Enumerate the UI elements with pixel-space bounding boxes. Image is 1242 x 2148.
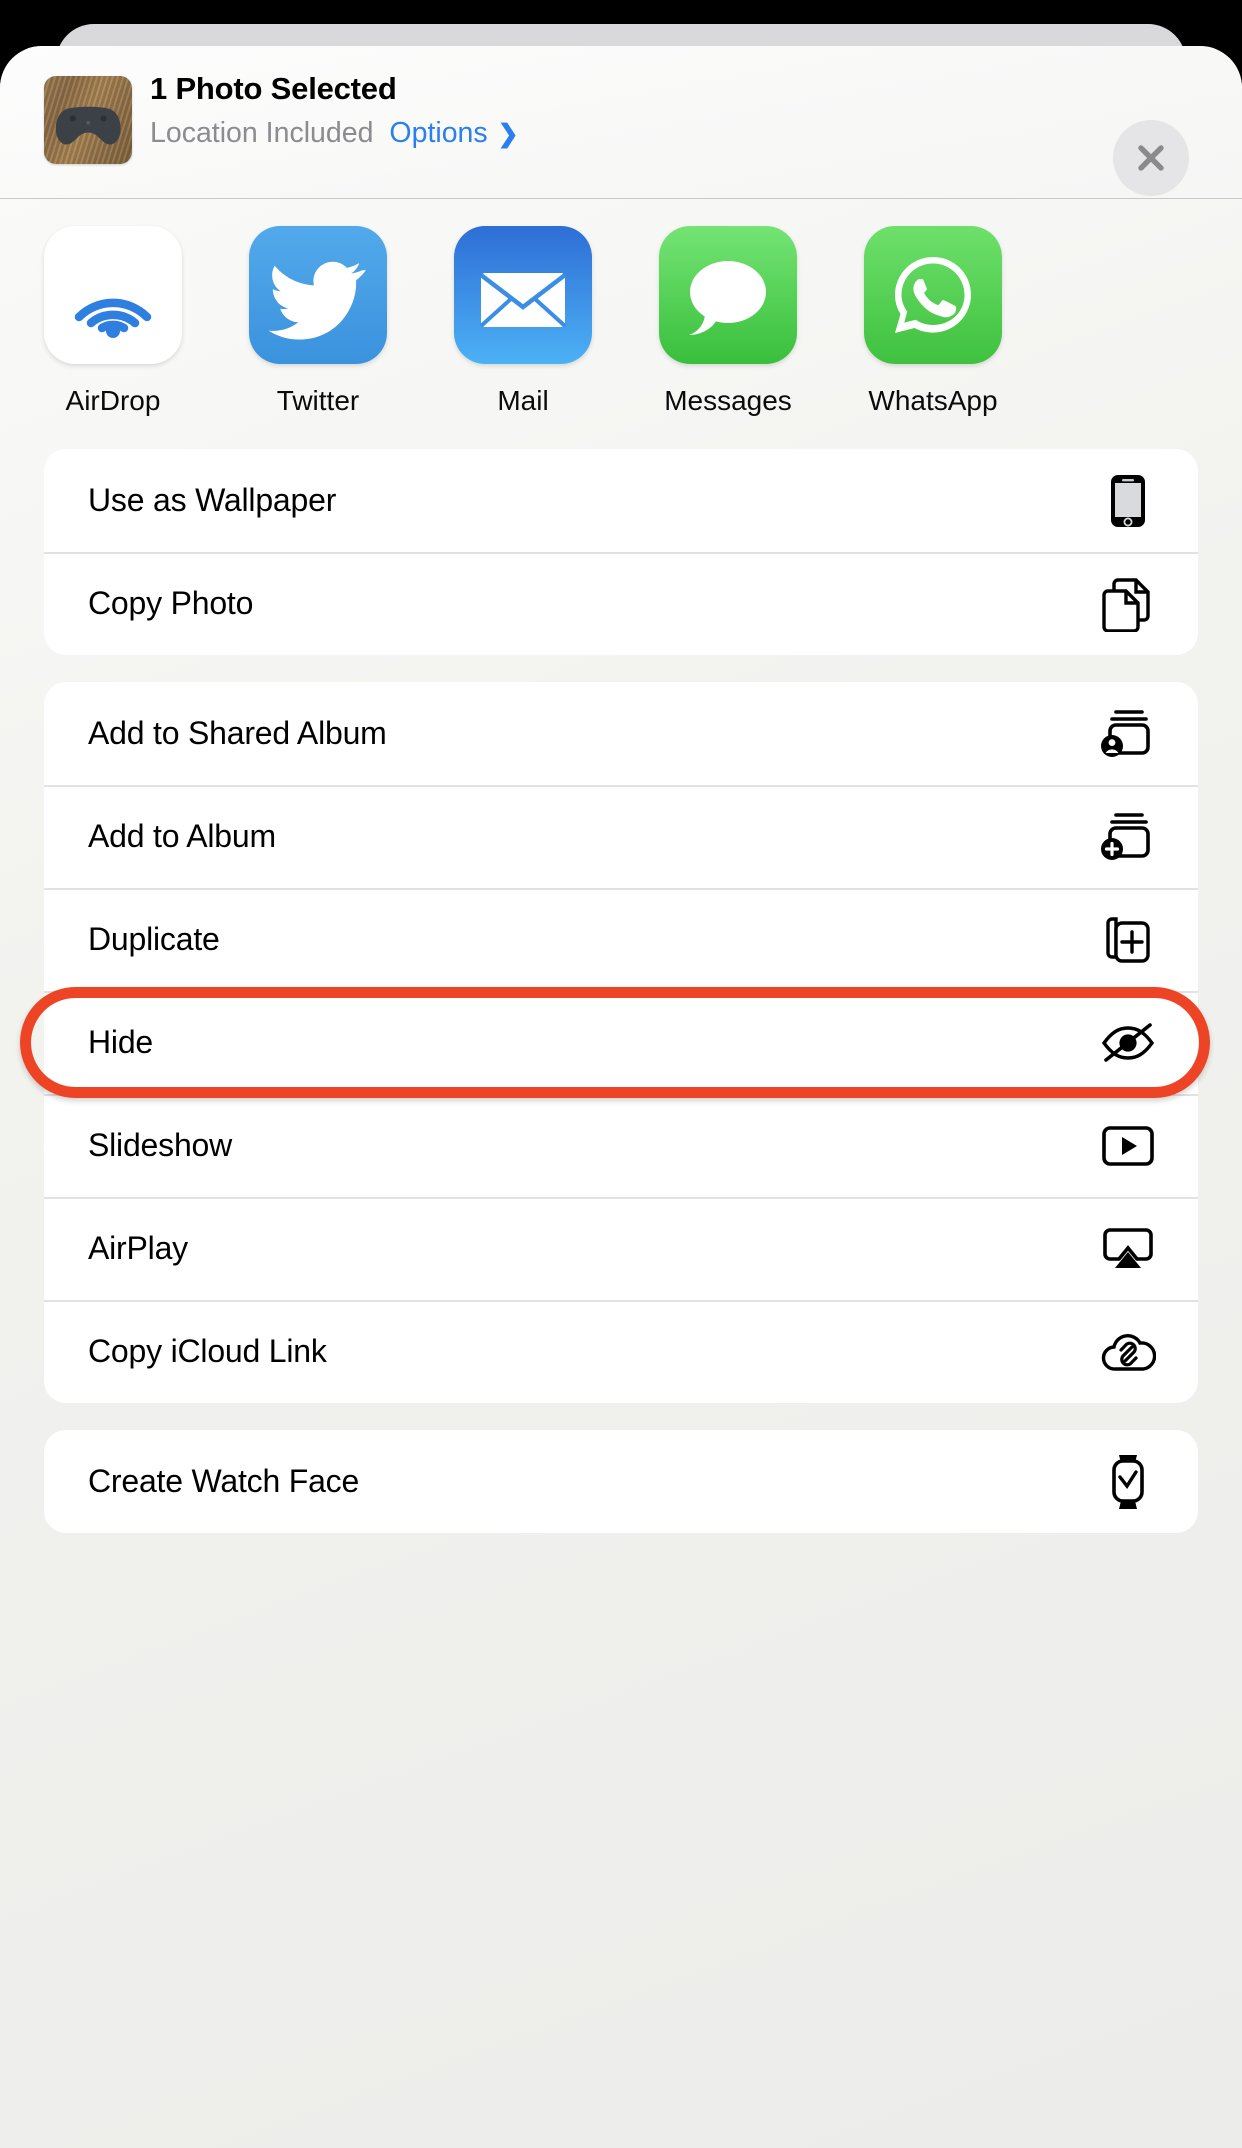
action-row-label: Add to Album (88, 818, 276, 854)
eye-slash-icon (1100, 1015, 1156, 1071)
action-row-copy-icloud-link[interactable]: Copy iCloud Link (44, 1300, 1198, 1403)
location-status: Location Included (150, 116, 374, 149)
photo-thumbnail-game-controller[interactable] (44, 76, 132, 164)
twitter-bird-glyph (268, 261, 366, 340)
share-sheet-header: 1 Photo Selected Location Included Option… (0, 46, 1242, 199)
envelope-glyph (479, 273, 567, 328)
whatsapp-icon (864, 226, 1002, 364)
cloud-link-icon (1100, 1324, 1156, 1380)
action-row-label: Duplicate (88, 921, 220, 957)
action-row-label: AirPlay (88, 1230, 188, 1266)
chevron-right-icon[interactable]: ❯ (498, 120, 519, 148)
share-target-twitter[interactable]: Twitter (231, 226, 405, 417)
action-row-label: Slideshow (88, 1127, 233, 1163)
iphone-share-sheet-screen: 1 Photo Selected Location Included Option… (0, 0, 1242, 2148)
action-row-label: Use as Wallpaper (88, 482, 337, 518)
header-subtitle-row: Location Included Options ❯ (150, 116, 519, 150)
action-row-use-as-wallpaper[interactable]: Use as Wallpaper (44, 449, 1198, 552)
airplay-icon (1100, 1221, 1156, 1277)
whatsapp-phone-glyph (895, 257, 971, 333)
action-row-label: Hide (88, 1024, 154, 1060)
share-target-label: AirDrop (65, 385, 161, 416)
action-list: Use as Wallpaper Copy Photo Add to Share… (0, 449, 1242, 1533)
share-target-label: Twitter (276, 385, 360, 416)
add-to-album-icon (1100, 809, 1156, 865)
mail-icon (454, 226, 592, 364)
share-target-label: Messages (664, 385, 792, 416)
action-row-label: Add to Shared Album (88, 715, 387, 751)
copy-document-icon (1100, 576, 1156, 632)
share-target-whatsapp[interactable]: WhatsApp (846, 226, 1020, 417)
messages-icon (659, 226, 797, 364)
action-group-3: Create Watch Face (44, 1430, 1198, 1533)
close-button[interactable] (1113, 120, 1189, 196)
header-text-block: 1 Photo Selected Location Included Option… (150, 70, 519, 150)
close-icon (1138, 145, 1164, 171)
airdrop-icon (44, 226, 182, 364)
action-row-label: Copy iCloud Link (88, 1333, 327, 1369)
action-row-slideshow[interactable]: Slideshow (44, 1094, 1198, 1197)
shared-album-icon (1100, 706, 1156, 762)
twitter-icon (249, 226, 387, 364)
share-target-mail[interactable]: Mail (436, 226, 610, 417)
action-row-hide[interactable]: Hide (44, 991, 1198, 1094)
page-title: 1 Photo Selected (150, 71, 397, 106)
action-row-create-watch-face[interactable]: Create Watch Face (44, 1430, 1198, 1533)
action-row-label: Create Watch Face (88, 1463, 360, 1499)
play-rectangle-icon (1100, 1118, 1156, 1174)
share-target-label: Mail (497, 385, 549, 416)
iphone-icon (1100, 473, 1156, 529)
action-row-airplay[interactable]: AirPlay (44, 1197, 1198, 1300)
action-row-add-to-album[interactable]: Add to Album (44, 785, 1198, 888)
airdrop-glyph (74, 298, 152, 338)
share-target-messages[interactable]: Messages (641, 226, 815, 417)
game-controller-shape (55, 106, 121, 145)
action-group-1: Use as Wallpaper Copy Photo (44, 449, 1198, 655)
duplicate-icon (1100, 912, 1156, 968)
share-target-airdrop[interactable]: AirDrop (26, 226, 200, 417)
share-target-label: WhatsApp (868, 385, 998, 416)
action-group-2: Add to Shared Album Add to Album Duplica… (44, 682, 1198, 1403)
speech-bubble-glyph (689, 261, 766, 335)
options-link[interactable]: Options (389, 117, 487, 149)
apple-watch-icon (1100, 1454, 1156, 1510)
action-row-add-to-shared-album[interactable]: Add to Shared Album (44, 682, 1198, 785)
action-row-duplicate[interactable]: Duplicate (44, 888, 1198, 991)
action-row-copy-photo[interactable]: Copy Photo (44, 552, 1198, 655)
share-targets-row[interactable]: AirDrop Twitter Mail Messages WhatsApp (0, 199, 1242, 449)
action-row-label: Copy Photo (88, 585, 254, 621)
share-sheet: 1 Photo Selected Location Included Option… (0, 46, 1242, 2148)
